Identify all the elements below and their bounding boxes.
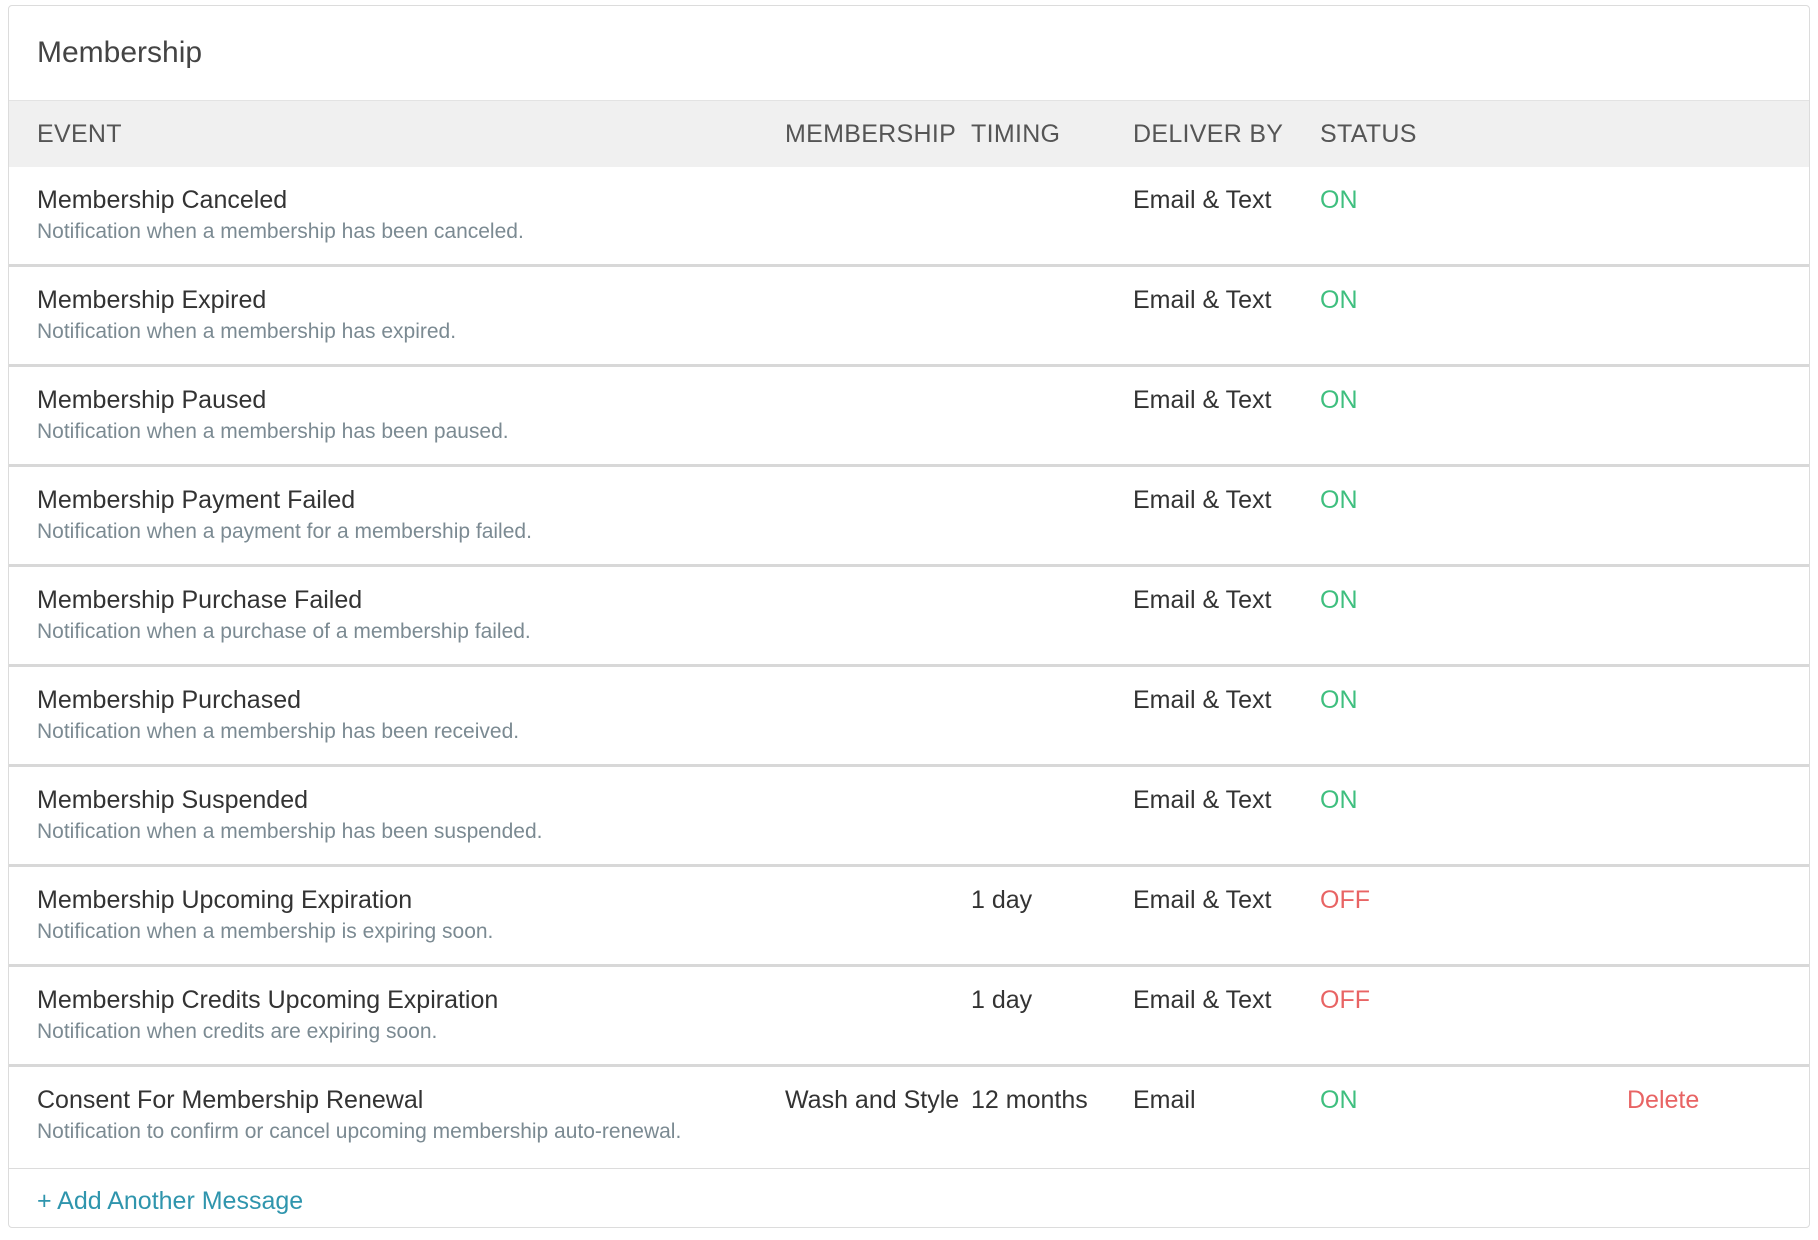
action-cell: Delete [1627,1085,1809,1115]
event-title: Membership Canceled [37,186,288,214]
event-title: Membership Expired [37,286,267,314]
event-description: Notification when a membership has been … [37,220,524,243]
status-cell: ON [1320,385,1627,415]
membership-cell: Wash and Style [785,1086,960,1114]
event-description: Notification to confirm or cancel upcomi… [37,1120,682,1143]
status-cell: OFF [1320,985,1627,1015]
deliver-by-cell: Email & Text [1133,486,1272,514]
column-header-deliver-by: DELIVER BY [1133,119,1284,148]
status-cell: OFF [1320,885,1627,915]
timing-cell: 1 day [971,986,1033,1014]
timing-cell: 1 day [971,886,1033,914]
table-row[interactable]: Membership Paused Notification when a mem… [9,367,1809,467]
event-cell: Membership Purchase Failed Notification w… [9,585,785,647]
event-description: Notification when a purchase of a member… [37,620,531,643]
status-toggle[interactable]: OFF [1320,886,1370,914]
event-title: Membership Upcoming Expiration [37,886,413,914]
status-toggle[interactable]: ON [1320,686,1358,714]
table-row[interactable]: Membership Payment Failed Notification wh… [9,467,1809,567]
event-title: Membership Purchased [37,686,302,714]
event-description: Notification when a membership is expiri… [37,920,494,943]
deliver-by-cell: Email & Text [1133,286,1272,314]
deliver-by-cell: Email & Text [1133,886,1272,914]
membership-panel: Membership EVENT MEMBERSHIP TIMING DELIV… [8,5,1810,1228]
event-cell: Membership Canceled Notification when a m… [9,185,785,247]
deliver-by-cell: Email & Text [1133,986,1272,1014]
event-cell: Membership Paused Notification when a mem… [9,385,785,447]
table-row[interactable]: Consent For Membership Renewal Notificati… [9,1067,1809,1169]
table-row[interactable]: Membership Canceled Notification when a m… [9,167,1809,267]
event-description: Notification when a membership has been … [37,820,543,843]
deliver-by-cell: Email [1133,1086,1196,1114]
event-title: Consent For Membership Renewal [37,1086,424,1114]
deliver-by-cell: Email & Text [1133,686,1272,714]
deliver-by-cell: Email & Text [1133,386,1272,414]
status-cell: ON [1320,685,1627,715]
deliver-by-cell: Email & Text [1133,186,1272,214]
column-header-membership: MEMBERSHIP [785,119,957,148]
event-description: Notification when a payment for a member… [37,520,532,543]
status-cell: ON [1320,585,1627,615]
status-cell: ON [1320,785,1627,815]
event-description: Notification when a membership has expir… [37,320,457,343]
event-cell: Membership Suspended Notification when a … [9,785,785,847]
table-row[interactable]: Membership Purchased Notification when a … [9,667,1809,767]
event-cell: Membership Purchased Notification when a … [9,685,785,747]
status-toggle[interactable]: ON [1320,786,1358,814]
event-description: Notification when a membership has been … [37,420,509,443]
add-message-link[interactable]: + Add Another Message [37,1187,303,1215]
table-row[interactable]: Membership Purchase Failed Notification w… [9,567,1809,667]
event-title: Membership Payment Failed [37,486,356,514]
status-cell: ON [1320,1085,1627,1115]
table-row[interactable]: Membership Upcoming Expiration Notificati… [9,867,1809,967]
table-row[interactable]: Membership Credits Upcoming Expiration No… [9,967,1809,1067]
column-header-event: EVENT [37,119,122,148]
delete-button[interactable]: Delete [1627,1086,1699,1114]
event-cell: Membership Payment Failed Notification wh… [9,485,785,547]
event-title: Membership Paused [37,386,267,414]
add-row: + Add Another Message [9,1169,1809,1227]
event-title: Membership Purchase Failed [37,586,363,614]
status-toggle[interactable]: ON [1320,486,1358,514]
event-description: Notification when credits are expiring s… [37,1020,438,1043]
status-toggle[interactable]: ON [1320,1086,1358,1114]
status-toggle[interactable]: ON [1320,386,1358,414]
deliver-by-cell: Email & Text [1133,586,1272,614]
status-cell: ON [1320,185,1627,215]
event-title: Membership Credits Upcoming Expiration [37,986,499,1014]
column-header-status: STATUS [1320,119,1417,148]
event-cell: Membership Upcoming Expiration Notificati… [9,885,785,947]
table-header: EVENT MEMBERSHIP TIMING DELIVER BY STATU… [9,101,1809,167]
table-row[interactable]: Membership Expired Notification when a me… [9,267,1809,367]
status-toggle[interactable]: ON [1320,186,1358,214]
event-cell: Membership Credits Upcoming Expiration No… [9,985,785,1047]
table-row[interactable]: Membership Suspended Notification when a … [9,767,1809,867]
event-cell: Consent For Membership Renewal Notificati… [9,1085,785,1147]
status-toggle[interactable]: ON [1320,286,1358,314]
event-description: Notification when a membership has been … [37,720,520,743]
status-cell: ON [1320,285,1627,315]
event-title: Membership Suspended [37,786,308,814]
column-header-timing: TIMING [971,119,1061,148]
notification-list: Membership Canceled Notification when a m… [9,167,1809,1169]
status-cell: ON [1320,485,1627,515]
deliver-by-cell: Email & Text [1133,786,1272,814]
panel-title: Membership [9,6,1809,101]
status-toggle[interactable]: OFF [1320,986,1370,1014]
event-cell: Membership Expired Notification when a me… [9,285,785,347]
timing-cell: 12 months [971,1086,1088,1114]
status-toggle[interactable]: ON [1320,586,1358,614]
